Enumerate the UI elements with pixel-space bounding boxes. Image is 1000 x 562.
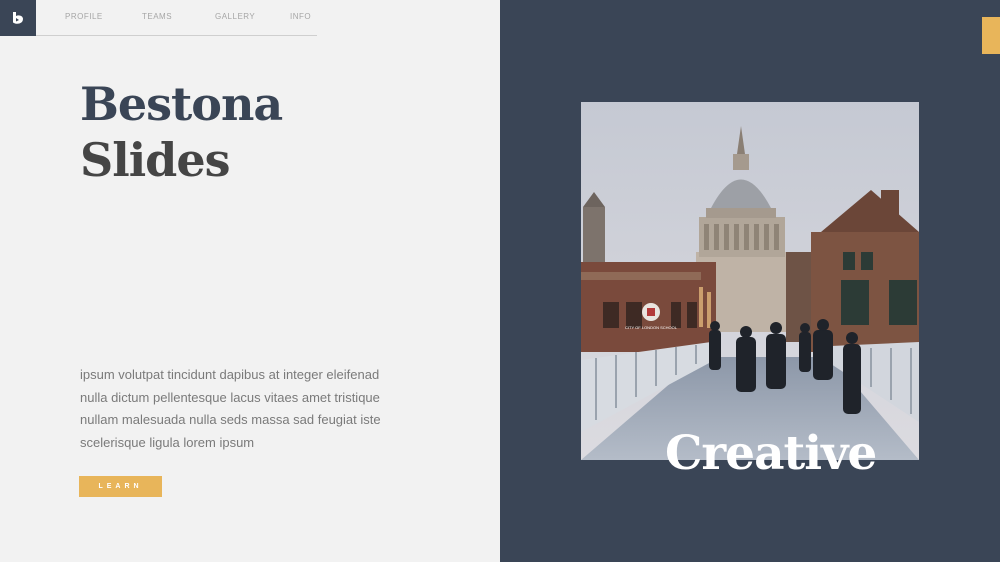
- city-photo-illustration: CITY OF LONDON SCHOOL: [581, 102, 919, 460]
- city-photo: CITY OF LONDON SCHOOL: [581, 102, 919, 460]
- title-line-2: Slides: [80, 133, 231, 187]
- title-line-1: Bestona: [80, 77, 283, 131]
- body-paragraph: ipsum volutpat tincidunt dapibus at inte…: [80, 367, 381, 450]
- brand-logo-icon: [13, 12, 23, 24]
- accent-tab: [982, 17, 1000, 54]
- nav-item-profile[interactable]: PROFILE: [65, 12, 103, 21]
- nav-item-gallery[interactable]: GALLERY: [215, 12, 255, 21]
- page-title: Bestona Slides: [80, 76, 283, 188]
- nav-item-teams[interactable]: TEAMS: [142, 12, 172, 21]
- sign-text: CITY OF LONDON SCHOOL: [625, 325, 678, 330]
- brand-logo[interactable]: [0, 0, 36, 36]
- nav-item-info[interactable]: INFO: [290, 12, 311, 21]
- creative-overlay-text: Creative: [665, 426, 877, 481]
- top-nav: PROFILE TEAMS GALLERY INFO: [36, 0, 317, 36]
- learn-button[interactable]: LEARN: [79, 476, 162, 497]
